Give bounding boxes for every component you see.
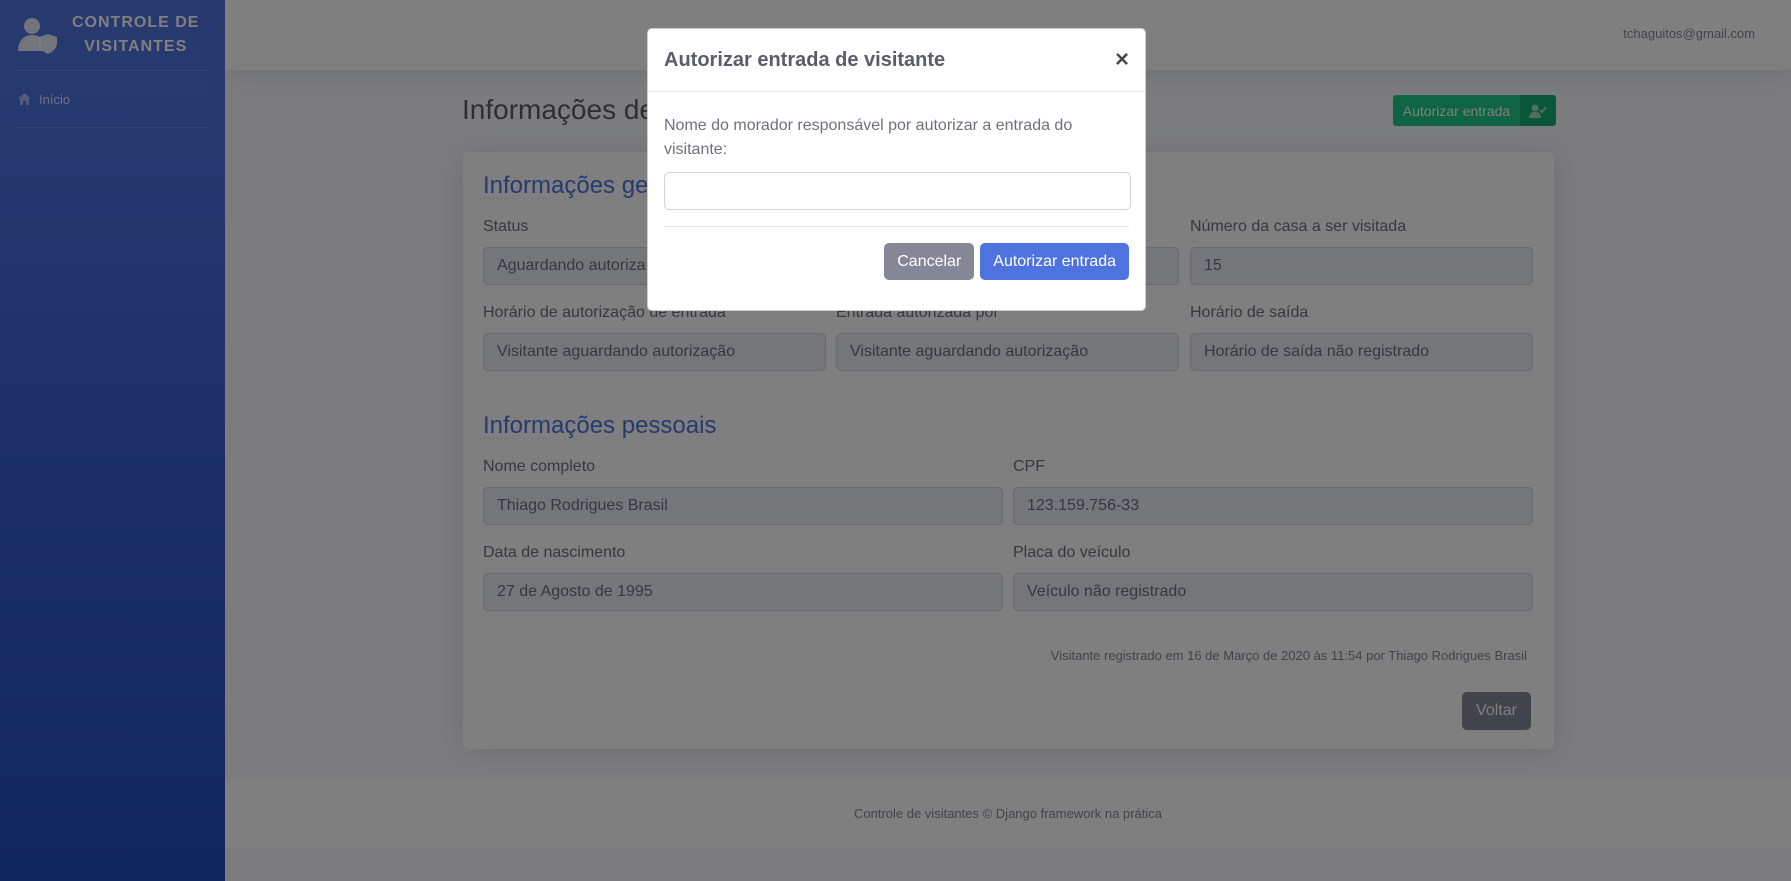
modal-title: Autorizar entrada de visitante (664, 48, 946, 71)
resident-name-label: Nome do morador responsável por autoriza… (664, 117, 1073, 158)
cancel-button[interactable]: Cancelar (884, 243, 975, 280)
modal-header: Autorizar entrada de visitante × (648, 29, 1145, 92)
resident-name-input[interactable] (664, 172, 1131, 210)
modal-body: Nome do morador responsável por autoriza… (648, 92, 1145, 227)
modal-footer: Cancelar Autorizar entrada (648, 227, 1145, 280)
authorize-modal: Autorizar entrada de visitante × Nome do… (647, 28, 1146, 311)
confirm-authorize-button[interactable]: Autorizar entrada (980, 243, 1129, 280)
close-icon[interactable]: × (1115, 46, 1129, 74)
